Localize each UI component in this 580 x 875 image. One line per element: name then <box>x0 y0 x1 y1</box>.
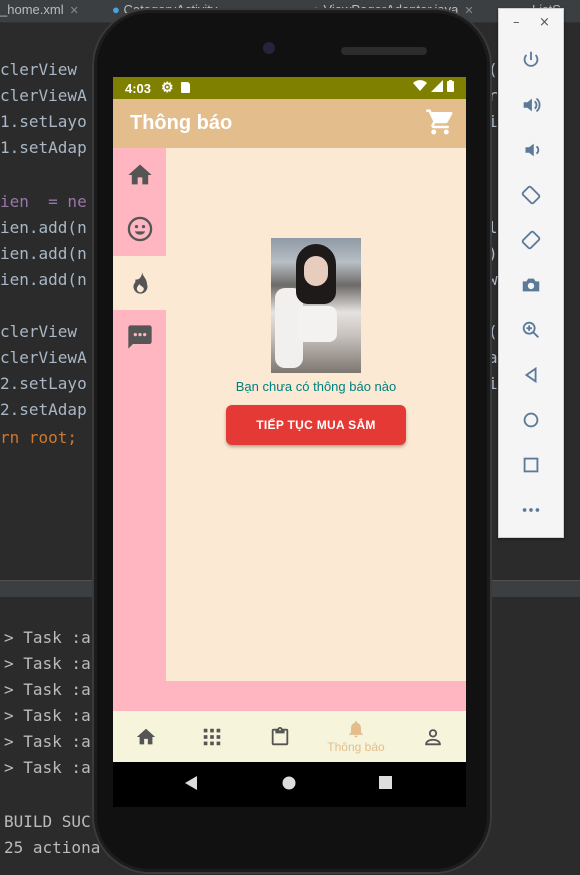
person-icon <box>424 728 441 745</box>
status-bar: 4:03 ⚙ <box>113 77 466 99</box>
volume-up-button[interactable] <box>517 91 545 119</box>
chat-icon <box>127 325 152 349</box>
actionable-tasks: 25 actiona <box>4 838 101 857</box>
bottom-strip <box>113 681 466 711</box>
page-title: Thông báo <box>130 112 233 134</box>
overview-icon <box>523 457 539 473</box>
close-icon[interactable]: ✕ <box>464 5 473 17</box>
front-camera <box>263 42 275 54</box>
nav-item-categories[interactable] <box>199 711 224 762</box>
code-line: ien.add(n <box>0 270 87 289</box>
minimize-button[interactable]: – <box>513 15 520 30</box>
system-navigation-bar <box>113 762 466 807</box>
status-icons <box>413 80 454 92</box>
volume-down-icon <box>525 143 540 157</box>
gear-icon: ⚙ <box>161 79 174 95</box>
code-line: clerView <box>0 322 78 341</box>
code-line: clerView <box>0 60 78 79</box>
zoom-icon <box>522 321 539 338</box>
power-button[interactable] <box>517 46 545 74</box>
close-icon[interactable]: ✕ <box>70 5 79 17</box>
rotate-left-icon <box>521 185 541 205</box>
build-status: BUILD SUC <box>4 812 91 831</box>
grid-icon <box>203 728 220 745</box>
ide-tab[interactable]: _home.xml ✕ <box>0 2 79 17</box>
overview-icon[interactable] <box>379 776 393 790</box>
zoom-button[interactable] <box>517 316 545 344</box>
nav-item-notifications[interactable]: Thông báo <box>321 711 391 762</box>
rotate-right-button[interactable] <box>517 226 545 254</box>
java-class-icon: ● <box>112 2 120 17</box>
nav-item-home[interactable] <box>133 711 158 762</box>
code-line: ien = ne <box>0 192 87 211</box>
smiley-icon <box>127 216 152 242</box>
code-line: clerViewA <box>0 86 87 105</box>
overview-button[interactable] <box>517 451 545 479</box>
home-button[interactable] <box>517 406 545 434</box>
sidebar-item-home[interactable] <box>113 148 166 202</box>
console-line: > Task :a <box>4 732 91 751</box>
camera-icon <box>522 278 540 292</box>
code-line: 2.setLayo <box>0 374 87 393</box>
emulator-window-controls: – × <box>499 15 563 35</box>
code-line: ien.add(n <box>0 218 87 237</box>
console-line: > Task :a <box>4 680 91 699</box>
code-line: ien.add(n <box>0 244 87 263</box>
clipboard-icon <box>271 726 288 745</box>
battery-icon <box>447 80 454 92</box>
home-icon <box>136 728 155 744</box>
signal-icon <box>431 80 443 92</box>
sidebar-item-chat[interactable] <box>113 310 166 364</box>
code-line: rn root; <box>0 428 78 447</box>
sidebar-item-smiley[interactable] <box>113 202 166 256</box>
empty-state-photo <box>271 238 361 373</box>
phone-screen: 4:03 ⚙ Thông báo Bạn chưa có thông báo n… <box>113 77 466 762</box>
rotate-left-button[interactable] <box>517 181 545 209</box>
bottom-navigation: Thông báo <box>113 711 466 762</box>
back-icon <box>524 366 537 384</box>
more-icon <box>522 508 540 512</box>
code-line: 2.setAdap <box>0 400 87 419</box>
fire-icon <box>132 270 147 294</box>
home-icon[interactable] <box>282 776 296 790</box>
volume-down-button[interactable] <box>517 136 545 164</box>
emulator-toolbar: – × <box>498 8 564 538</box>
home-icon <box>127 164 152 185</box>
code-line: 1.setLayo <box>0 112 87 131</box>
sidebar-item-hot[interactable] <box>113 256 166 310</box>
code-line: 1.setAdap <box>0 138 87 157</box>
screenshot-button[interactable] <box>517 271 545 299</box>
console-line: > Task :a <box>4 628 91 647</box>
cart-icon[interactable] <box>425 107 455 137</box>
console-line: > Task :a <box>4 758 91 777</box>
back-icon[interactable] <box>184 775 198 791</box>
rotate-right-icon <box>521 230 541 250</box>
back-button[interactable] <box>517 361 545 389</box>
power-icon <box>523 51 539 67</box>
nav-item-account[interactable] <box>420 711 445 762</box>
more-button[interactable] <box>517 496 545 524</box>
ide-tab-label: _home.xml <box>0 2 64 17</box>
continue-shopping-button[interactable]: TIẾP TỤC MUA SẮM <box>226 405 406 445</box>
wifi-icon <box>413 80 427 91</box>
code-line: clerViewA <box>0 348 87 367</box>
empty-state-message: Bạn chưa có thông báo nào <box>235 379 397 394</box>
console-line: > Task :a <box>4 654 91 673</box>
bell-icon <box>349 721 363 738</box>
earpiece-speaker <box>341 47 427 55</box>
volume-up-icon <box>523 97 541 113</box>
close-button[interactable]: × <box>539 15 550 30</box>
sd-card-icon <box>181 82 190 93</box>
nav-item-orders[interactable] <box>267 711 292 762</box>
nav-label: Thông báo <box>327 740 385 754</box>
home-icon <box>523 412 539 428</box>
app-bar: Thông báo <box>113 99 466 148</box>
category-sidebar <box>113 148 166 711</box>
console-line: > Task :a <box>4 706 91 725</box>
status-time: 4:03 <box>125 81 152 96</box>
